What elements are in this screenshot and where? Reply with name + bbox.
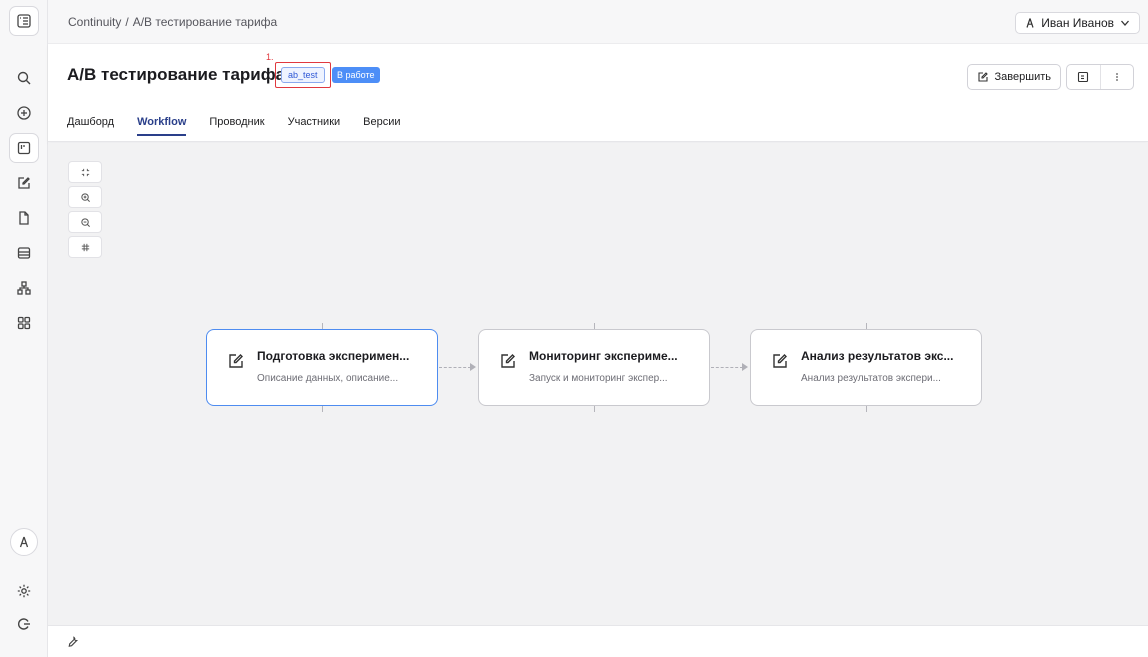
workflow-node[interactable]: Подготовка эксперимен... Описание данных… [206,329,438,406]
sidebar [0,0,48,657]
header-actions-group [1066,64,1134,90]
breadcrumb-separator: / [125,14,129,29]
workflow-edge [711,367,743,368]
database-icon [17,247,31,259]
sidebar-settings-button[interactable] [9,576,39,606]
workflow-edge [439,367,471,368]
user-icon [19,536,29,548]
edit-square-icon [229,354,243,368]
node-description: Анализ результатов экспери... [801,373,941,384]
workflow-node[interactable]: Анализ результатов экс... Анализ результ… [750,329,982,406]
edit-square-icon [18,177,30,189]
breadcrumb-root[interactable]: Continuity [68,15,121,29]
gear-icon [17,584,31,598]
project-code-tag: ab_test [281,67,325,83]
plus-circle-icon [17,106,31,120]
node-port[interactable] [322,406,323,412]
tab-explorer[interactable]: Проводник [209,116,264,136]
page-title: А/В тестирование тарифа [67,65,286,84]
workflow-canvas[interactable]: Подготовка эксперимен... Описание данных… [48,143,1148,625]
sidebar-item-tasks[interactable] [9,168,39,198]
breadcrumb-current: А/В тестирование тарифа [132,14,278,29]
top-bar: Continuity / А/В тестирование тарифа Ива… [48,0,1148,44]
hash-icon [81,243,89,251]
sidebar-toggle-button[interactable] [9,6,39,36]
node-port[interactable] [866,406,867,412]
chevron-down-icon [1121,20,1129,26]
status-badge: В работе [332,67,380,83]
hierarchy-icon [17,281,31,295]
sidebar-profile-button[interactable] [10,528,38,556]
wrench-icon[interactable] [66,635,79,648]
tab-participants[interactable]: Участники [288,116,341,136]
more-options-button[interactable] [1099,65,1134,89]
zoom-out-button[interactable] [68,211,102,233]
finish-button-label: Завершить [994,71,1051,83]
grid-icon [17,316,31,330]
logout-icon [18,618,30,630]
menu-collapse-icon [17,14,31,28]
user-icon [1026,18,1034,28]
tab-workflow[interactable]: Workflow [137,116,187,136]
edge-arrow-icon [742,363,748,371]
sidebar-item-documents[interactable] [9,203,39,233]
footer-bar [48,625,1148,657]
node-description: Описание данных, описание... [257,373,399,384]
search-icon [17,71,31,85]
sidebar-item-apps[interactable] [9,308,39,338]
zoom-in-icon [80,192,90,202]
edit-square-icon [773,354,787,368]
tab-versions[interactable]: Версии [363,116,400,136]
workflow-node[interactable]: Мониторинг экспериме... Запуск и монитор… [478,329,710,406]
annotation-number: 1. [266,52,274,62]
edit-square-icon [977,72,988,82]
zoom-in-button[interactable] [68,186,102,208]
sidebar-item-projects[interactable] [9,133,39,163]
node-title: Подготовка эксперимен... [257,349,410,363]
tab-dashboard[interactable]: Дашборд [67,116,114,136]
fit-view-icon [81,168,89,176]
sidebar-item-storage[interactable] [9,238,39,268]
page-header: А/В тестирование тарифа 1. ab_test В раб… [48,44,1148,142]
user-name: Иван Иванов [1041,16,1114,30]
side-panel-icon [1078,71,1089,83]
node-description: Запуск и мониторинг экспер... [529,373,668,384]
file-icon [19,211,29,225]
edge-arrow-icon [470,363,476,371]
fit-view-button[interactable] [68,161,102,183]
sidebar-create-button[interactable] [9,98,39,128]
sidebar-item-structure[interactable] [9,273,39,303]
board-icon [17,141,31,155]
user-menu-button[interactable]: Иван Иванов [1015,12,1140,34]
grid-toggle-button[interactable] [68,236,102,258]
sidebar-search-button[interactable] [9,63,39,93]
finish-button[interactable]: Завершить [966,64,1061,90]
edit-square-icon [501,354,515,368]
breadcrumb: Continuity / А/В тестирование тарифа [68,15,277,29]
node-port[interactable] [594,406,595,412]
tab-bar: Дашборд Workflow Проводник Участники Вер… [67,116,424,136]
panel-toggle-button[interactable] [1067,65,1100,89]
node-title: Мониторинг экспериме... [529,349,678,363]
more-vertical-icon [1115,73,1118,81]
zoom-out-icon [80,217,90,227]
node-title: Анализ результатов экс... [801,349,954,363]
sidebar-logout-button[interactable] [9,609,39,639]
